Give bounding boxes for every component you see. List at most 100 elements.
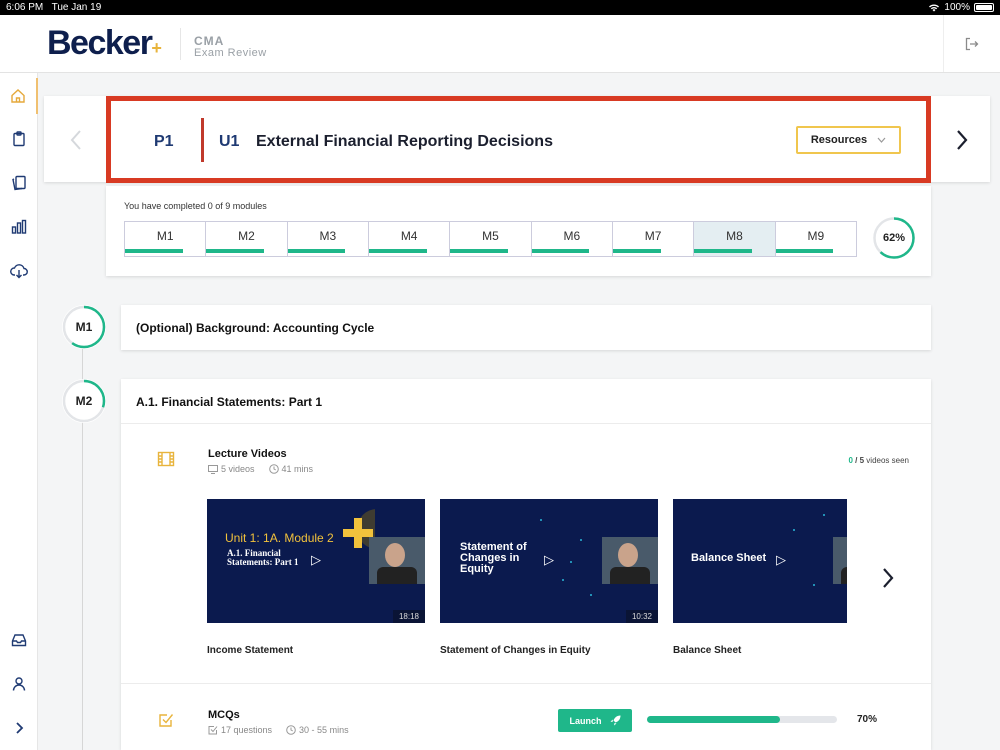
download-icon (10, 264, 28, 279)
sidebar-study-plan[interactable] (0, 121, 38, 157)
module-tab-label: M2 (238, 229, 255, 243)
overall-progress-label: 62% (882, 232, 906, 244)
module-tab-progress (775, 249, 834, 253)
module-1-card[interactable]: (Optional) Background: Accounting Cycle (121, 305, 931, 350)
module-tab-progress (368, 249, 427, 253)
videos-seen-label: videos seen (866, 456, 909, 465)
video-title[interactable]: Income Statement (207, 645, 293, 656)
bar-chart-icon (11, 219, 27, 234)
sidebar-downloads[interactable] (0, 253, 38, 289)
prev-unit-button[interactable] (64, 126, 88, 154)
video-duration: 41 mins (281, 464, 314, 474)
mcqs-heading: MCQs (208, 709, 240, 721)
module-tab-label: M4 (400, 229, 418, 243)
module-tab-m4[interactable]: M4 (368, 222, 451, 256)
module-tab-progress (450, 249, 509, 253)
star-dot (580, 539, 582, 541)
video-thumbnail[interactable]: Balance Sheet ▷ (673, 499, 847, 623)
thumbnail-panel (375, 509, 425, 537)
module-tab-progress (531, 249, 590, 253)
video-title[interactable]: Balance Sheet (673, 645, 741, 656)
chevron-right-icon (883, 568, 894, 588)
product-line-1: CMA (194, 34, 225, 48)
chevron-right-icon (16, 722, 24, 734)
mcq-progress-fill (647, 716, 780, 723)
flashcards-icon (12, 175, 26, 191)
next-unit-button[interactable] (950, 126, 974, 154)
video-count: 5 videos (221, 464, 255, 474)
header-divider (180, 28, 181, 60)
module-tab-m2[interactable]: M2 (206, 222, 288, 256)
module-2-divider (121, 423, 931, 424)
module-tab-m6[interactable]: M6 (531, 222, 613, 256)
module-tab-m9[interactable]: M9 (775, 222, 856, 256)
film-icon (157, 451, 175, 467)
module-tab-progress (694, 249, 753, 253)
wifi-icon (929, 4, 940, 12)
lecture-videos-meta: 5 videos 41 mins (208, 464, 313, 474)
star-dot (540, 519, 542, 521)
app-header: Becker+ CMA Exam Review (0, 15, 1000, 73)
sidebar-home[interactable] (0, 78, 38, 114)
module-tab-m8[interactable]: M8 (694, 222, 776, 256)
video-thumb-line-3: Statements: Part 1 (227, 557, 299, 567)
star-dot (813, 584, 815, 586)
play-icon[interactable]: ▷ (544, 552, 554, 568)
chevron-left-icon (70, 130, 81, 150)
module-tab-m5[interactable]: M5 (450, 222, 532, 256)
resources-dropdown[interactable]: Resources (796, 126, 901, 154)
lecture-videos-heading: Lecture Videos (208, 448, 287, 460)
unit-title: External Financial Reporting Decisions (256, 133, 553, 150)
logout-button[interactable] (943, 15, 1000, 72)
becker-logo[interactable]: Becker+ (47, 24, 162, 63)
play-icon[interactable]: ▷ (311, 552, 321, 568)
product-name: CMA Exam Review (194, 35, 267, 59)
module-tab-progress (206, 249, 265, 253)
sidebar-inbox[interactable] (0, 622, 38, 658)
launch-button[interactable]: Launch (558, 709, 632, 732)
next-videos-button[interactable] (876, 564, 900, 592)
presenter-image (602, 537, 658, 584)
mcq-progress-label: 70% (857, 714, 878, 725)
module-progress-card: You have completed 0 of 9 modules M1 M2 M3… (106, 186, 931, 276)
module-tab-label: M7 (644, 229, 662, 243)
module-2-badge-label: M2 (75, 394, 93, 408)
video-duration-badge: 18:18 (392, 610, 425, 623)
sidebar-profile[interactable] (0, 666, 38, 702)
video-thumb-line-1: Unit 1: 1A. Module 2 (225, 531, 334, 545)
checkbox-icon (159, 714, 174, 727)
status-bar: 6:06 PM Tue Jan 19 100% (0, 0, 1000, 15)
play-icon[interactable]: ▷ (776, 552, 786, 568)
videos-seen-total: / 5 (855, 456, 865, 465)
sidebar-flashcards[interactable] (0, 165, 38, 201)
user-icon (12, 677, 26, 691)
chevron-down-icon (877, 137, 886, 143)
star-dot (562, 579, 564, 581)
unit-label: U1 (219, 133, 240, 150)
overall-progress-ring: 62% (872, 216, 916, 260)
clock-icon (286, 725, 296, 735)
video-thumbnail[interactable]: Unit 1: 1A. Module 2 A.1. Financial Stat… (207, 499, 425, 623)
section-divider (121, 683, 931, 684)
module-2-title[interactable]: A.1. Financial Statements: Part 1 (136, 395, 322, 409)
home-icon (11, 89, 25, 103)
presenter-image (833, 537, 847, 584)
module-tab-m1[interactable]: M1 (125, 222, 207, 256)
video-thumb-line-3: Equity (460, 563, 494, 575)
mcq-duration: 30 - 55 mins (299, 725, 349, 735)
star-dot (823, 514, 825, 516)
mcq-progress-bar (647, 716, 837, 723)
unit-title-box: P1 U1 External Financial Reporting Decis… (106, 96, 931, 183)
module-2-badge[interactable]: M2 (62, 379, 106, 423)
module-tab-m3[interactable]: M3 (287, 222, 369, 256)
sidebar-expand[interactable] (0, 710, 38, 746)
star-dot (793, 529, 795, 531)
module-1-badge[interactable]: M1 (62, 305, 106, 349)
star-dot (570, 561, 572, 563)
video-title[interactable]: Statement of Changes in Equity (440, 645, 591, 656)
video-thumbnail[interactable]: Statement of Changes in Equity ▷ 10:32 (440, 499, 658, 623)
presenter-image (369, 537, 425, 584)
sidebar-performance[interactable] (0, 209, 38, 245)
module-tab-m7[interactable]: M7 (612, 222, 695, 256)
module-tab-label: M5 (482, 229, 499, 243)
